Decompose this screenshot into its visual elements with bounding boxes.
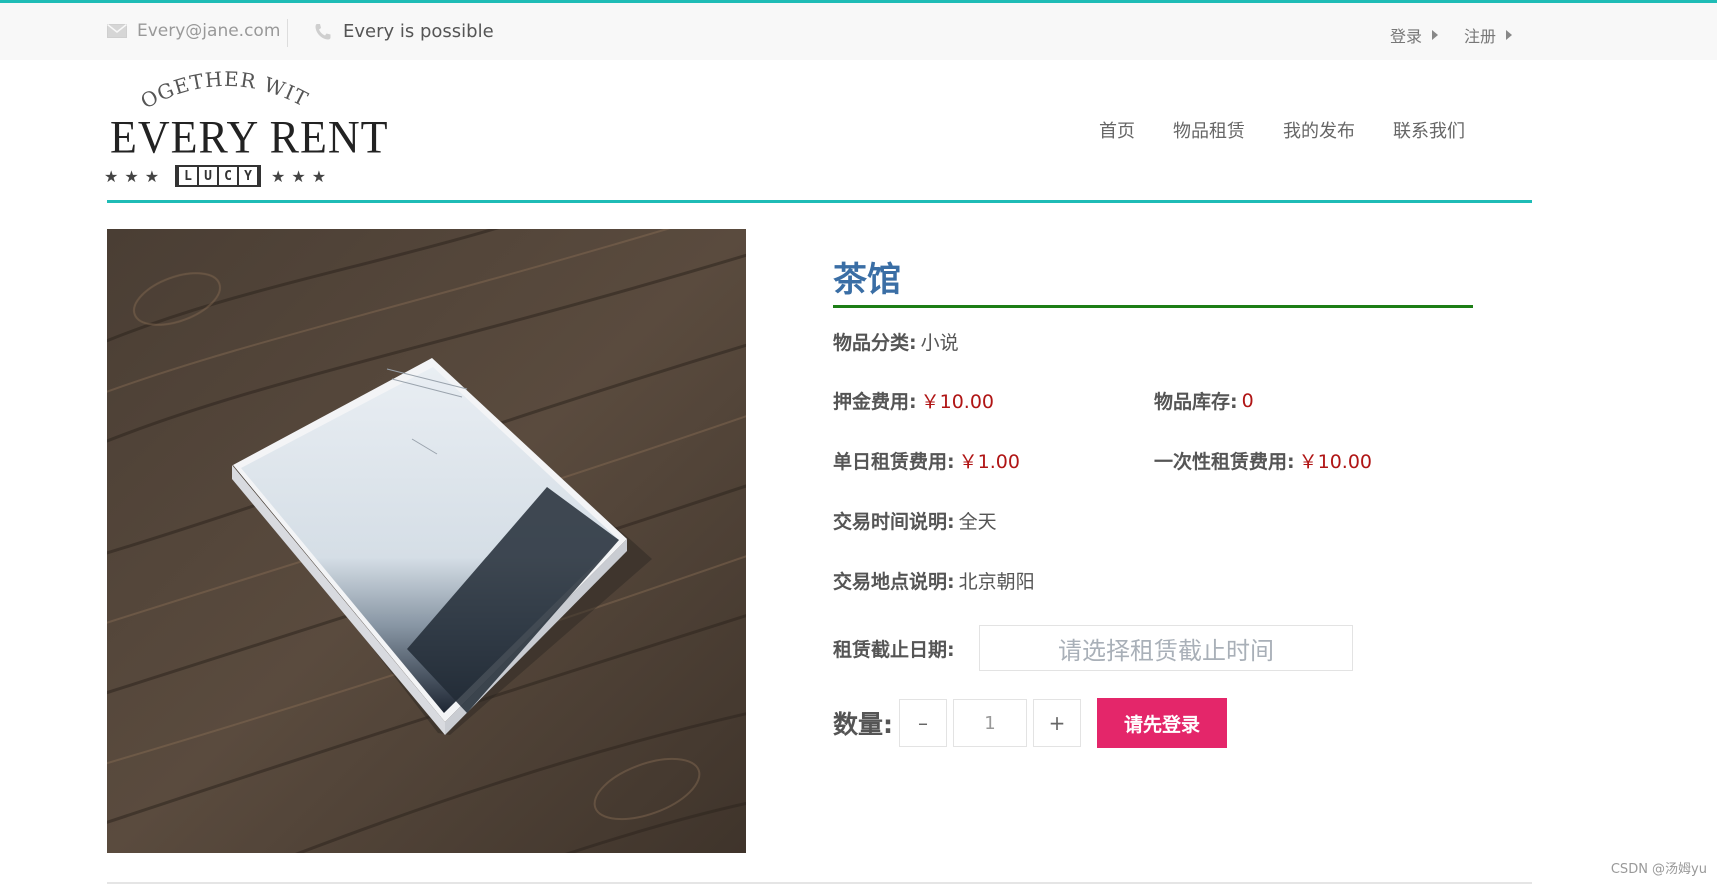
quantity-input[interactable]: 1 (953, 699, 1027, 747)
book-photo-icon (107, 229, 746, 853)
mail-icon (107, 24, 127, 38)
stock-value: 0 (1241, 389, 1254, 412)
quantity-row: 数量: – 1 + 请先登录 (833, 698, 1227, 748)
main-nav: 首页 物品租赁 我的发布 联系我们 (1099, 117, 1465, 143)
phone-icon (315, 23, 331, 39)
site-logo[interactable]: TOGETHER WITH EVERY RENT ★★★ L U C Y ★★★ (104, 68, 387, 194)
deadline-row: 租赁截止日期: 请选择租赁截止时间 (833, 625, 1373, 671)
caret-right-icon (1506, 30, 1513, 40)
deadline-placeholder: 请选择租赁截止时间 (1058, 636, 1274, 665)
top-utility-bar: Every@jane.com Every is possible 登录 注册 (0, 0, 1717, 60)
caret-right-icon (1432, 30, 1439, 40)
onetime-fee-label: 一次性租赁费用: (1154, 451, 1295, 473)
quantity-label: 数量: (833, 710, 893, 739)
trade-place-row: 交易地点说明: 北京朝阳 (833, 567, 1035, 594)
category-value: 小说 (920, 332, 959, 354)
product-title: 茶馆 (833, 252, 1473, 308)
logo-badge-letter: L (179, 167, 198, 185)
register-link[interactable]: 注册 (1464, 23, 1513, 47)
trade-place-label: 交易地点说明: (833, 571, 955, 593)
category-label: 物品分类: (833, 332, 917, 354)
trade-place-value: 北京朝阳 (958, 571, 1035, 593)
daily-fee-label: 单日租赁费用: (833, 451, 955, 473)
deadline-label: 租赁截止日期: (833, 638, 955, 661)
onetime-fee-row: 一次性租赁费用: ￥10.00 (1154, 447, 1372, 474)
onetime-fee-value: ￥10.00 (1298, 451, 1373, 473)
deadline-date-input[interactable]: 请选择租赁截止时间 (979, 625, 1353, 671)
trade-time-value: 全天 (958, 511, 997, 533)
login-link[interactable]: 登录 (1390, 23, 1439, 47)
star-icon: ★★★ (271, 166, 333, 186)
login-link-label: 登录 (1390, 27, 1423, 46)
logo-badge-letter: Y (239, 167, 258, 185)
nav-underline (107, 200, 1532, 203)
category-row: 物品分类: 小说 (833, 328, 959, 355)
quantity-decrease-button[interactable]: – (899, 699, 947, 747)
logo-brand-text: EVERY RENT (110, 111, 389, 164)
register-link-label: 注册 (1464, 27, 1497, 46)
footer-divider (107, 882, 1532, 884)
email-text: Every@jane.com (137, 21, 281, 41)
slogan-text: Every is possible (343, 21, 494, 42)
deposit-label: 押金费用: (833, 391, 917, 413)
product-detail: 茶馆 物品分类: 小说 押金费用: ￥10.00 物品库存: 0 单日租赁费用:… (833, 252, 1473, 748)
nav-item-contact[interactable]: 联系我们 (1393, 117, 1465, 143)
deposit-row: 押金费用: ￥10.00 (833, 387, 994, 414)
logo-badge-letter: U (199, 167, 218, 185)
watermark: CSDN @汤姆yu (1610, 862, 1707, 877)
product-image (107, 229, 746, 853)
logo-badge-letter: C (219, 167, 238, 185)
topbar-divider (287, 19, 288, 47)
nav-item-rental[interactable]: 物品租赁 (1173, 117, 1245, 143)
contact-email: Every@jane.com (107, 21, 280, 41)
stock-label: 物品库存: (1154, 391, 1238, 413)
logo-badge-row: ★★★ L U C Y ★★★ (104, 165, 332, 187)
quantity-increase-button[interactable]: + (1033, 699, 1081, 747)
trade-time-label: 交易时间说明: (833, 511, 955, 533)
logo-badge: L U C Y (175, 165, 262, 187)
slogan: Every is possible (313, 21, 494, 42)
nav-item-home[interactable]: 首页 (1099, 117, 1135, 143)
daily-fee-value: ￥1.00 (958, 451, 1020, 473)
login-first-button[interactable]: 请先登录 (1097, 698, 1227, 748)
stock-row: 物品库存: 0 (1154, 387, 1254, 414)
svg-text:TOGETHER WITH: TOGETHER WITH (104, 68, 312, 113)
trade-time-row: 交易时间说明: 全天 (833, 507, 997, 534)
star-icon: ★★★ (104, 166, 166, 186)
auth-links: 登录 注册 (1390, 23, 1513, 47)
deposit-value: ￥10.00 (920, 391, 995, 413)
daily-fee-row: 单日租赁费用: ￥1.00 (833, 447, 1020, 474)
nav-item-my-posts[interactable]: 我的发布 (1283, 117, 1355, 143)
